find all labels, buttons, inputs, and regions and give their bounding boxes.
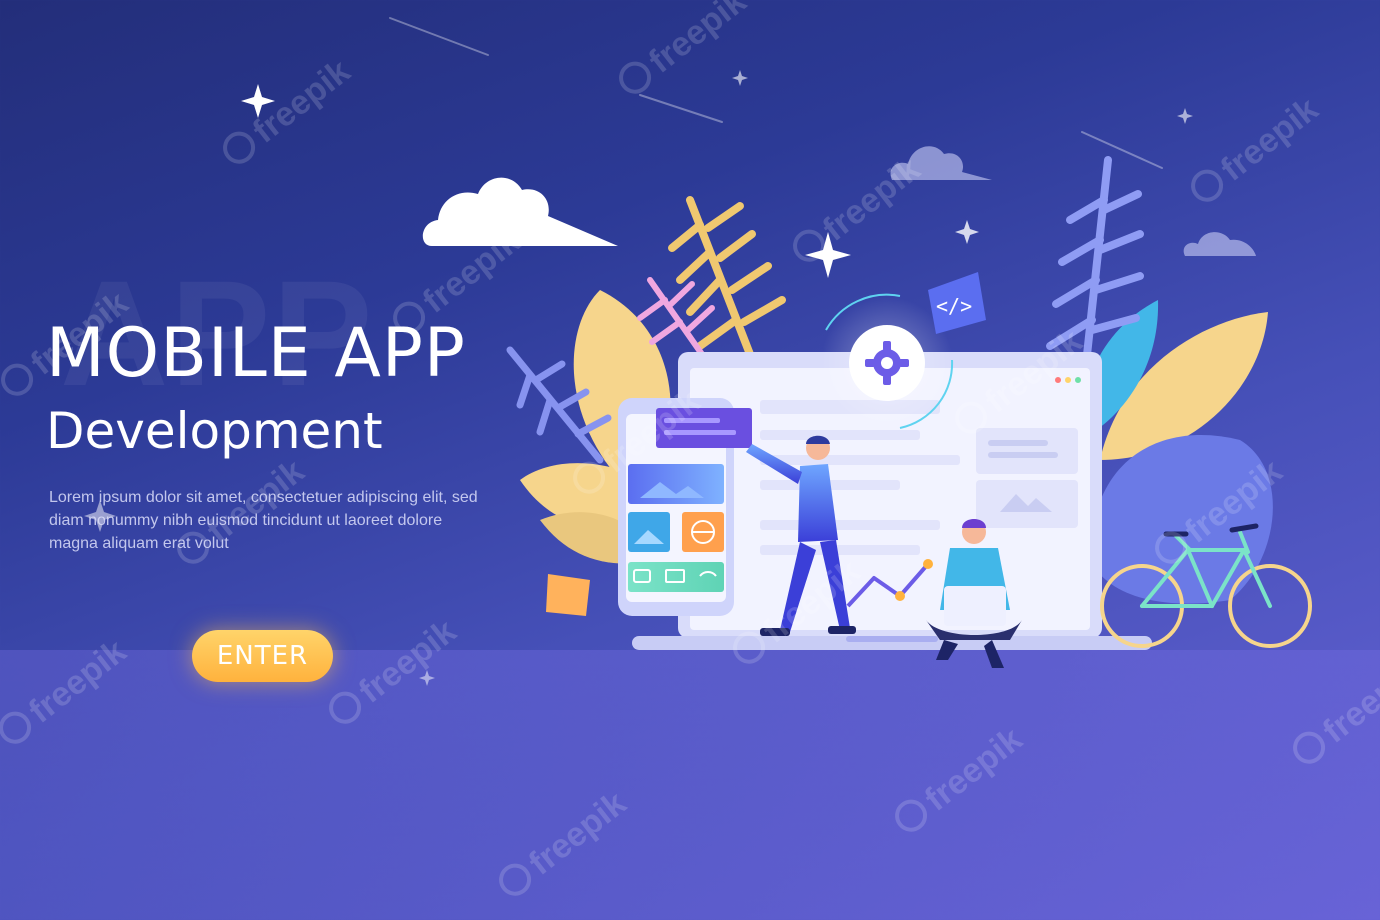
sticky-note <box>546 574 590 616</box>
shooting-stars <box>389 17 1163 169</box>
page-title: MOBILE APP <box>46 314 466 393</box>
code-tag-label: </> <box>936 294 972 318</box>
page-subtitle: Development <box>46 402 383 460</box>
cloud-large <box>422 177 618 246</box>
hero-description-line: Lorem ipsum dolor sit amet, consectetuer… <box>49 489 478 506</box>
code-tag-icon: </> <box>928 272 986 334</box>
hero-illustration: </> <box>84 17 1312 686</box>
enter-button[interactable]: ENTER <box>192 630 333 682</box>
hero-description-line: magna aliquam erat volut <box>49 535 229 552</box>
hero-description-line: diam nonummy nibh euismod tincidunt ut l… <box>49 512 443 529</box>
cloud-small <box>890 146 1256 256</box>
floating-card <box>656 408 752 448</box>
hero-description: Lorem ipsum dolor sit amet, consectetuer… <box>49 486 519 555</box>
